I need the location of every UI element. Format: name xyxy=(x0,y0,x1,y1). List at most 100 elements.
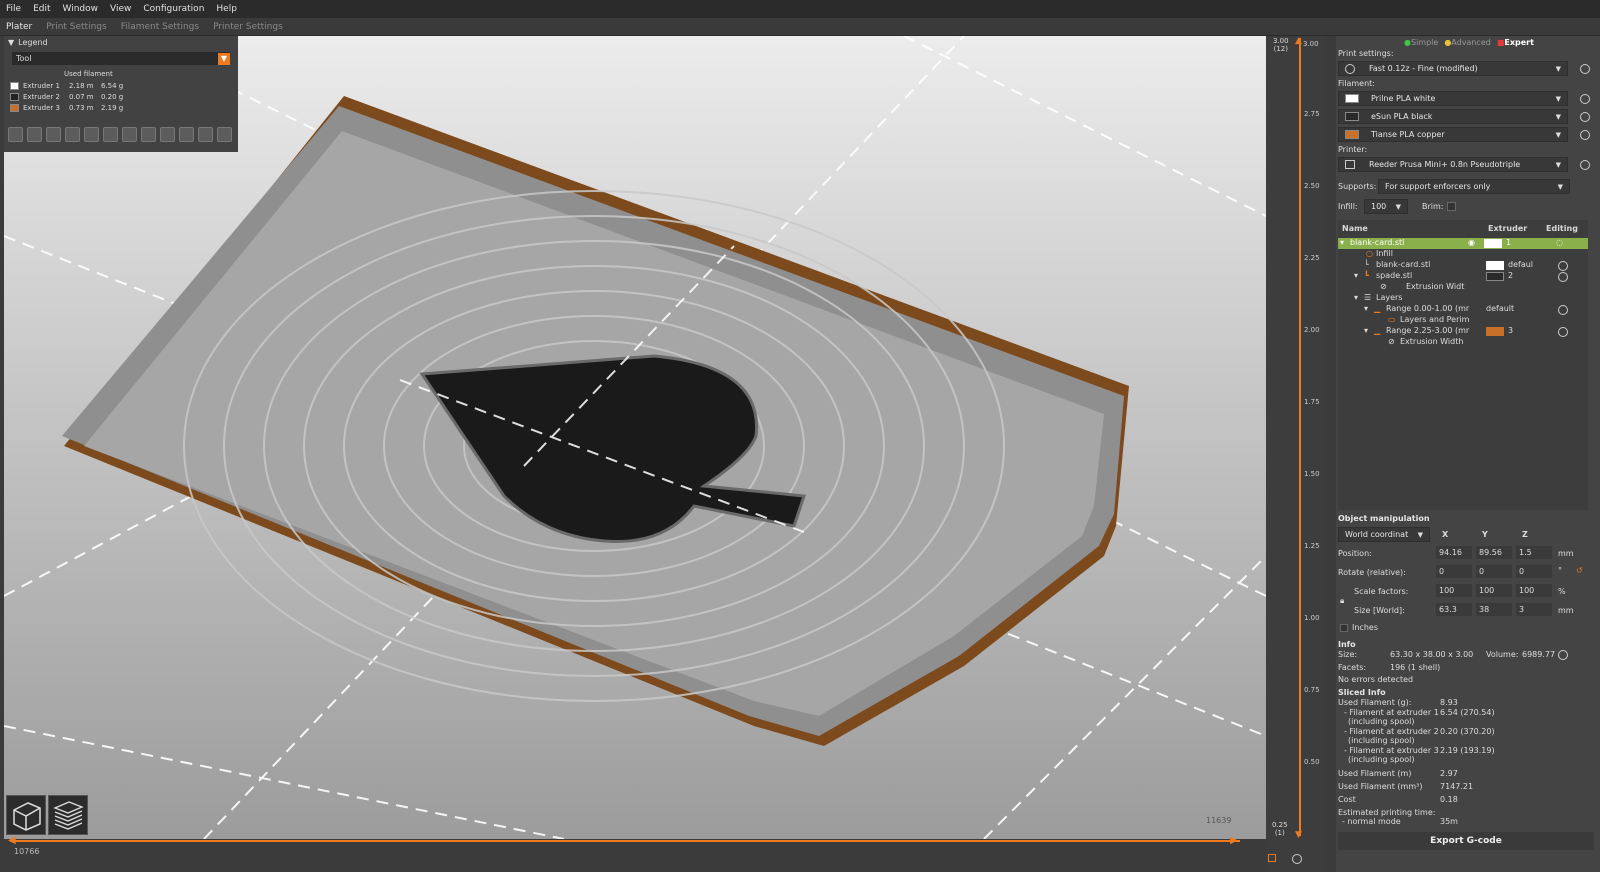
menu-view[interactable]: View xyxy=(110,4,131,14)
collapse-triangle-icon[interactable]: ▼ xyxy=(8,38,14,47)
extruder-weight: 6.54 g xyxy=(101,81,124,90)
horizontal-slider-track[interactable] xyxy=(10,840,1240,842)
3d-viewport[interactable] xyxy=(4,36,1266,839)
filament-combo-1[interactable]: Prilne PLA white ▼ xyxy=(1338,91,1568,106)
coordinate-system-combo[interactable]: World coordinat ▼ xyxy=(1338,527,1430,542)
infill-combo[interactable]: 100 ▼ xyxy=(1364,199,1408,214)
slider-top-thumb-icon[interactable]: ▲ xyxy=(1295,36,1302,46)
editing-icon[interactable]: ◌ xyxy=(1556,238,1563,247)
vertical-layers-slider[interactable]: 3.00 (12) ▲ ▼ 3.00 2.75 2.50 2.25 2.00 1… xyxy=(1266,36,1326,872)
scale-z-input[interactable]: 100 xyxy=(1516,584,1552,597)
position-x-input[interactable]: 94.16 xyxy=(1436,546,1472,559)
edit-preset-icon[interactable] xyxy=(1580,160,1590,170)
seams-toggle-icon[interactable] xyxy=(84,127,99,142)
shells-toggle-icon[interactable] xyxy=(198,127,213,142)
mode-simple-button[interactable]: ●Simple xyxy=(1404,38,1438,47)
settings-gear-icon[interactable] xyxy=(1292,854,1302,864)
editing-icon[interactable] xyxy=(1558,261,1568,271)
mode-advanced-button[interactable]: ●Advanced xyxy=(1444,38,1491,47)
deretractions-toggle-icon[interactable] xyxy=(65,127,80,142)
layer-bottom-value: 0.25 xyxy=(1272,821,1288,829)
3d-view-cube-icon[interactable] xyxy=(6,795,46,835)
retractions-toggle-icon[interactable] xyxy=(46,127,61,142)
expand-triangle-icon[interactable]: ▾ xyxy=(1354,293,1358,302)
editing-icon[interactable] xyxy=(1558,305,1568,315)
legend-view-type-select[interactable]: Tool ▼ xyxy=(12,52,230,65)
custom-gcode-toggle-icon[interactable] xyxy=(160,127,175,142)
brim-checkbox[interactable] xyxy=(1447,202,1456,211)
wipe-toggle-icon[interactable] xyxy=(27,127,42,142)
info-help-icon[interactable] xyxy=(1558,650,1568,660)
tab-filament-settings[interactable]: Filament Settings xyxy=(121,22,199,32)
supports-combo[interactable]: For support enforcers only ▼ xyxy=(1378,179,1570,194)
tab-print-settings[interactable]: Print Settings xyxy=(46,22,106,32)
slider-upper-thumb-icon[interactable]: ▶ xyxy=(1230,835,1238,846)
menu-edit[interactable]: Edit xyxy=(33,4,50,14)
expand-triangle-icon[interactable]: ▾ xyxy=(1364,326,1368,335)
visibility-eye-icon[interactable]: ◉ xyxy=(1468,238,1475,247)
pause-prints-toggle-icon[interactable] xyxy=(141,127,156,142)
expand-triangle-icon[interactable]: ▾ xyxy=(1354,271,1358,280)
travel-toggle-icon[interactable] xyxy=(8,127,23,142)
position-y-input[interactable]: 89.56 xyxy=(1476,546,1512,559)
rotate-y-input[interactable]: 0 xyxy=(1476,565,1512,578)
tree-row[interactable]: ▾ ▁ Range 0.00-1.00 (mr default xyxy=(1340,304,1590,315)
slider-lower-thumb-icon[interactable]: ◀ xyxy=(8,835,16,846)
lock-icon[interactable] xyxy=(1268,854,1276,862)
tree-row[interactable]: └ blank-card.stl defaul xyxy=(1340,260,1590,271)
mode-expert-button[interactable]: ■Expert xyxy=(1497,38,1534,47)
rotate-x-input[interactable]: 0 xyxy=(1436,565,1472,578)
legend-header[interactable]: ▼ Legend xyxy=(4,36,238,48)
edit-preset-icon[interactable] xyxy=(1580,94,1590,104)
horizontal-moves-slider[interactable]: ◀ ▶ 10766 11639 xyxy=(4,816,1266,872)
print-settings-combo[interactable]: Fast 0.12z - Fine (modified) ▼ xyxy=(1338,61,1568,76)
tool-changes-toggle-icon[interactable] xyxy=(103,127,118,142)
menu-file[interactable]: File xyxy=(6,4,21,14)
tree-row[interactable]: ▾ ▁ Range 2.25-3.00 (mr 3 xyxy=(1340,326,1590,337)
tree-row[interactable]: ○ Infill xyxy=(1340,249,1590,260)
slider-bottom-thumb-icon[interactable]: ▼ xyxy=(1295,830,1302,840)
preview-layers-icon[interactable] xyxy=(48,795,88,835)
printer-combo[interactable]: Reeder Prusa Mini+ 0.8n Pseudotriple ▼ xyxy=(1338,157,1568,172)
filament-combo-3[interactable]: Tianse PLA copper ▼ xyxy=(1338,127,1568,142)
scale-x-input[interactable]: 100 xyxy=(1436,584,1472,597)
extruder-color-swatch xyxy=(10,92,19,101)
sliced-info-label: (including spool) xyxy=(1348,717,1415,726)
expand-triangle-icon[interactable]: ▾ xyxy=(1364,304,1368,313)
tab-plater[interactable]: Plater xyxy=(6,22,32,32)
size-z-input[interactable]: 3 xyxy=(1516,603,1552,616)
menu-help[interactable]: Help xyxy=(216,4,237,14)
editing-icon[interactable] xyxy=(1558,327,1568,337)
size-x-input[interactable]: 63.3 xyxy=(1436,603,1472,616)
menu-window[interactable]: Window xyxy=(63,4,99,14)
edit-preset-icon[interactable] xyxy=(1580,112,1590,122)
reset-rotation-icon[interactable]: ↺ xyxy=(1576,566,1583,575)
tree-row-object[interactable]: ▾ blank-card.stl ◉ 1 ◌ xyxy=(1338,238,1588,249)
edit-preset-icon[interactable] xyxy=(1580,130,1590,140)
tree-row[interactable]: ▾ ☰ Layers xyxy=(1340,293,1590,304)
size-y-input[interactable]: 38 xyxy=(1476,603,1512,616)
tool-marker-toggle-icon[interactable] xyxy=(217,127,232,142)
color-changes-toggle-icon[interactable] xyxy=(122,127,137,142)
inches-checkbox[interactable] xyxy=(1340,624,1348,632)
scale-y-input[interactable]: 100 xyxy=(1476,584,1512,597)
tab-printer-settings[interactable]: Printer Settings xyxy=(213,22,283,32)
dropdown-arrow-icon[interactable]: ▼ xyxy=(218,52,230,65)
filament-combo-2[interactable]: eSun PLA black ▼ xyxy=(1338,109,1568,124)
menu-configuration[interactable]: Configuration xyxy=(143,4,204,14)
center-of-gravity-toggle-icon[interactable] xyxy=(179,127,194,142)
info-title: Info xyxy=(1338,640,1356,649)
edit-preset-icon[interactable] xyxy=(1580,64,1590,74)
tree-row[interactable]: ▭ Layers and Perim xyxy=(1340,315,1590,326)
tree-row[interactable]: ⊘ Extrusion Width xyxy=(1340,337,1590,348)
uniform-scale-lock-icon[interactable]: 🔒︎ xyxy=(1340,596,1344,606)
sliced-info-value: 35m xyxy=(1440,817,1458,826)
export-gcode-button[interactable]: Export G-code xyxy=(1338,832,1594,850)
tree-row[interactable]: ▾ ┗ spade.stl 2 xyxy=(1340,271,1590,282)
tree-row[interactable]: ⊘ Extrusion Widt xyxy=(1340,282,1590,293)
position-z-input[interactable]: 1.5 xyxy=(1516,546,1552,559)
vertical-slider-track[interactable] xyxy=(1299,38,1301,836)
editing-icon[interactable] xyxy=(1558,272,1568,282)
expand-triangle-icon[interactable]: ▾ xyxy=(1340,238,1344,247)
rotate-z-input[interactable]: 0 xyxy=(1516,565,1552,578)
